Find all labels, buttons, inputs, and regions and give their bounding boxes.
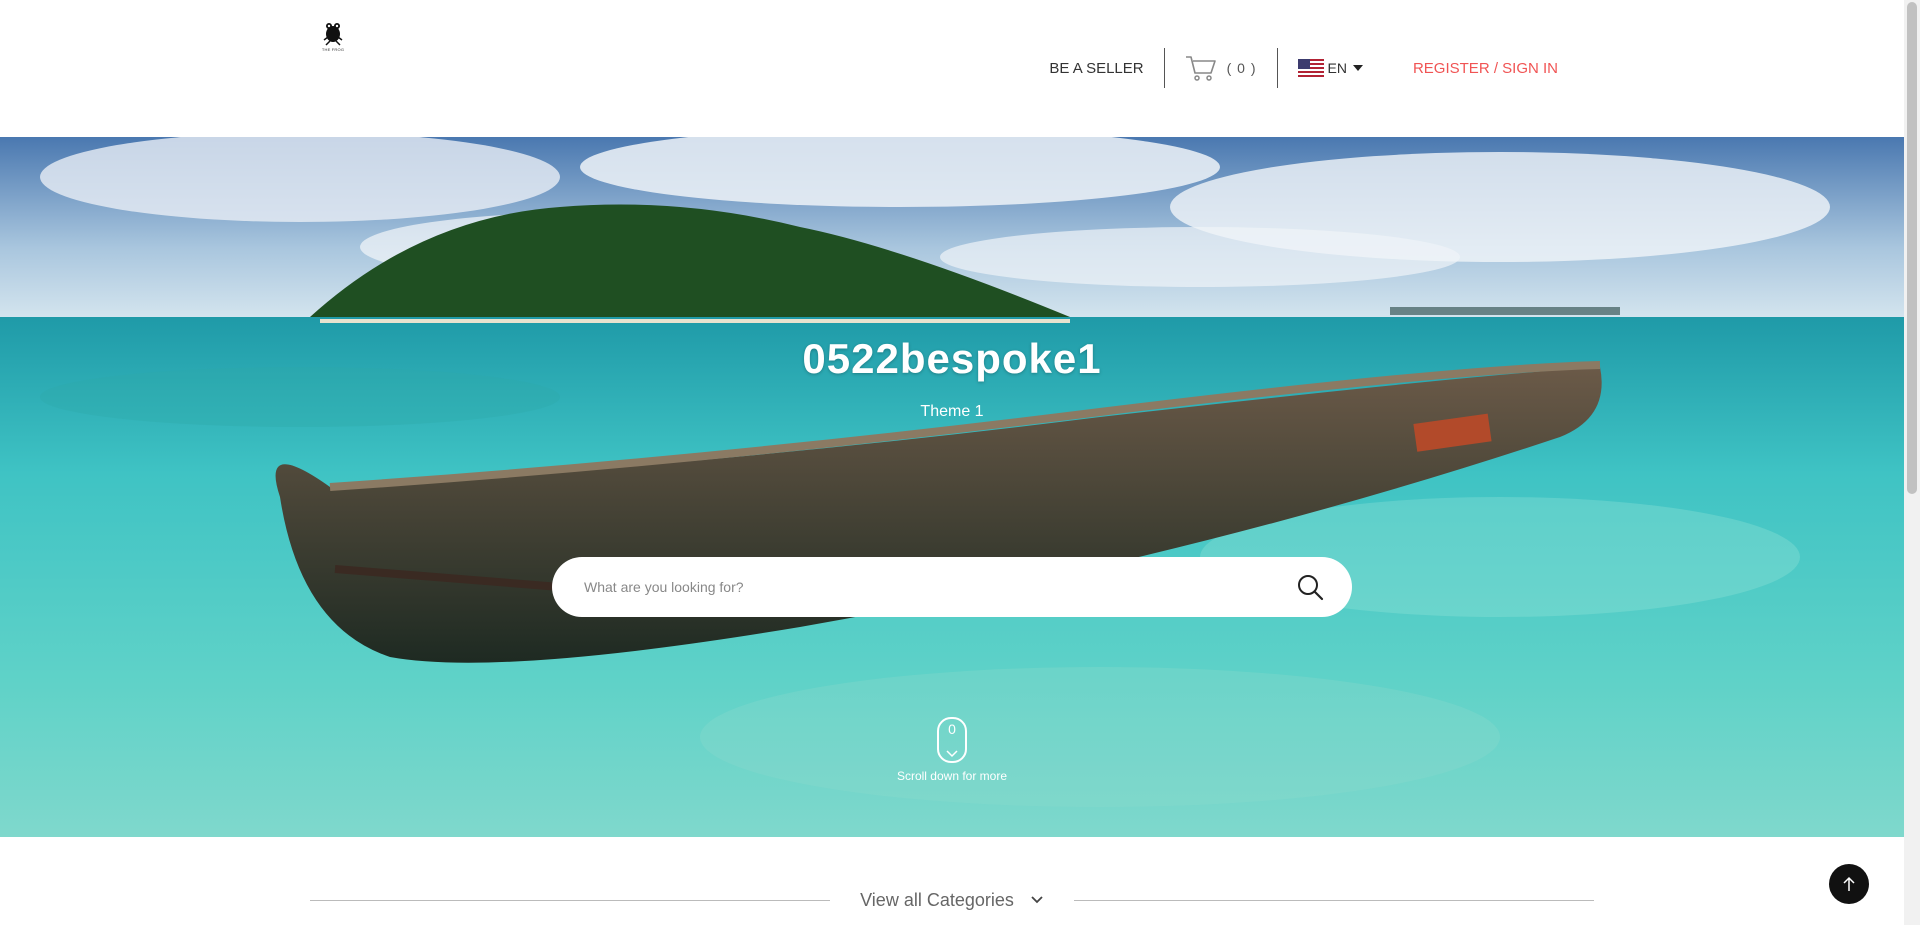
hero-title: 0522bespoke1 (802, 335, 1102, 382)
chevron-down-icon (946, 750, 958, 758)
be-a-seller-link[interactable]: BE A SELLER (1049, 60, 1143, 77)
frog-logo-icon (323, 23, 343, 46)
caret-down-icon (1352, 65, 1363, 71)
hero-subtitle: Theme 1 (920, 403, 984, 420)
view-all-categories-button[interactable]: View all Categories (860, 890, 1044, 911)
language-selector[interactable]: EN (1297, 59, 1363, 77)
header-nav: BE A SELLER ( 0 ) EN REGISTER / SIGN IN (1049, 48, 1558, 88)
mouse-icon: 0 (937, 717, 967, 763)
search-bar (552, 557, 1352, 617)
scroll-number: 0 (948, 721, 956, 737)
page: THE FROG BE A SELLER ( 0 ) EN REGISTER /… (0, 0, 1904, 925)
page-scrollbar[interactable] (1904, 0, 1920, 925)
us-flag-icon (1297, 59, 1324, 77)
register-sign-in-link[interactable]: REGISTER / SIGN IN (1413, 60, 1558, 77)
hero-banner: 0522bespoke1 Theme 1 0 Scroll down for m… (0, 137, 1904, 837)
logo-text: THE FROG (321, 47, 345, 52)
nav-divider (1163, 48, 1165, 88)
site-logo[interactable]: THE FROG (318, 20, 348, 56)
cart-icon (1185, 56, 1216, 81)
search-input[interactable] (582, 578, 1296, 596)
scrollbar-thumb[interactable] (1907, 2, 1917, 494)
categories-label: View all Categories (860, 889, 1014, 910)
nav-divider (1276, 48, 1278, 88)
cart-count: ( 0 ) (1226, 60, 1257, 76)
cart-button[interactable]: ( 0 ) (1185, 54, 1257, 82)
site-header: THE FROG BE A SELLER ( 0 ) EN REGISTER /… (0, 0, 1904, 137)
categories-bar: View all Categories (310, 882, 1594, 918)
divider-line (310, 899, 831, 901)
arrow-up-icon (1843, 876, 1855, 891)
language-label: EN (1327, 60, 1347, 76)
back-to-top-button[interactable] (1829, 864, 1869, 904)
scroll-down-hint[interactable]: 0 Scroll down for more (0, 717, 1904, 783)
divider-line (1073, 899, 1594, 901)
search-icon[interactable] (1296, 573, 1324, 601)
chevron-down-icon (1031, 896, 1043, 904)
scroll-text: Scroll down for more (896, 769, 1008, 783)
